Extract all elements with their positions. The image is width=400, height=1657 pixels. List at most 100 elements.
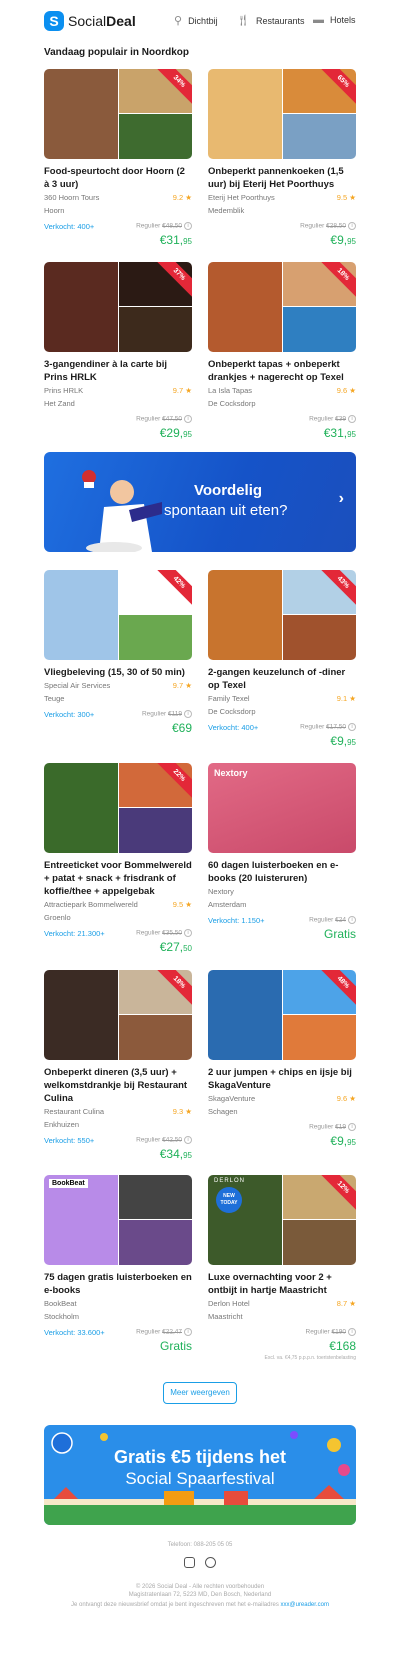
deal-price: €9,95	[330, 233, 356, 247]
deal-photo-main	[44, 970, 118, 1060]
info-icon[interactable]: i	[348, 1123, 356, 1131]
info-icon[interactable]: i	[184, 1136, 192, 1144]
price-main: €34,	[159, 1147, 184, 1161]
deal-image[interactable]: BookBeat	[44, 1175, 192, 1265]
deal-title[interactable]: 3-gangendiner à la carte bij Prins HRLK	[44, 358, 192, 384]
deal-photo-main	[44, 763, 118, 853]
regular-amount: €28,50	[326, 222, 346, 230]
deal-card[interactable]: 42% Vliegbeleving (15, 30 of 50 min) Spe…	[44, 570, 192, 737]
deal-title[interactable]: 75 dagen gratis luisterboeken en e-books	[44, 1271, 192, 1297]
regular-price: Regulier €35,50 i	[136, 929, 192, 937]
deal-partner: BookBeat	[44, 1299, 77, 1308]
deal-image[interactable]: 22%	[44, 763, 192, 853]
regular-amount: €47,50	[162, 415, 182, 423]
deal-partner-row: Derlon Hotel 8.7 ★	[208, 1297, 356, 1310]
deal-card[interactable]: 48% 2 uur jumpen + chips en ijsje bij Sk…	[208, 970, 356, 1150]
deal-partner-row: Family Texel 9.1 ★	[208, 692, 356, 705]
rating: 9.2 ★	[172, 193, 192, 202]
deal-image[interactable]: 37%	[44, 262, 192, 352]
deal-photo-main	[44, 1175, 118, 1265]
nav-restaurants[interactable]: 🍴︎ Restaurants	[236, 14, 305, 27]
deal-card[interactable]: 43% 2-gangen keuzelunch of -diner op Tex…	[208, 570, 356, 750]
deal-partner-row: Special Air Services 9.7 ★	[44, 679, 192, 692]
deal-card[interactable]: 34% Food-speurtocht door Hoorn (2 à 3 uu…	[44, 69, 192, 249]
regular-price: Regulier €19 i	[309, 1123, 356, 1131]
fork-knife-icon: 🍴︎	[236, 15, 250, 27]
banner-spaarfestival[interactable]: Gratis €5 tijdens het Social Spaarfestiv…	[44, 1425, 356, 1525]
price-row: Verkocht: 550+ Regulier €42,50 i €34,95	[44, 1133, 192, 1163]
deal-title[interactable]: Luxe overnachting voor 2 + ontbijt in ha…	[208, 1271, 356, 1297]
deal-photo-bottom	[283, 114, 356, 159]
info-icon[interactable]: i	[348, 723, 356, 731]
info-icon[interactable]: i	[184, 1328, 192, 1336]
deal-partner: Prins HRLK	[44, 386, 84, 395]
deal-partner-row: La Isla Tapas 9.6 ★	[208, 384, 356, 397]
deal-title[interactable]: Entreeticket voor Bommelwereld + patat +…	[44, 859, 192, 898]
instagram-icon[interactable]	[184, 1557, 195, 1568]
deal-card[interactable]: 18% Onbeperkt tapas + onbeperkt drankjes…	[208, 262, 356, 442]
sold-count: Verkocht: 400+	[208, 723, 259, 732]
price-cents: 95	[347, 430, 356, 439]
info-icon[interactable]: i	[348, 415, 356, 423]
regular-label: Regulier	[136, 1136, 161, 1144]
price-cents: 50	[183, 944, 192, 953]
deal-image[interactable]: 18%	[44, 970, 192, 1060]
deal-partner-row: Attractiepark Bommelwereld 9.5 ★	[44, 898, 192, 911]
deal-photo-bottom	[119, 307, 192, 352]
nav-dichtbij[interactable]: ⚲ Dichtbij	[174, 14, 218, 27]
deal-title[interactable]: 2 uur jumpen + chips en ijsje bij SkagaV…	[208, 1066, 356, 1092]
deal-title[interactable]: Onbeperkt pannenkoeken (1,5 uur) bij Ete…	[208, 165, 356, 191]
deal-card[interactable]: 37% 3-gangendiner à la carte bij Prins H…	[44, 262, 192, 442]
whatsapp-icon[interactable]	[205, 1557, 216, 1568]
regular-price: Regulier €39 i	[309, 415, 356, 423]
deal-card[interactable]: DERLON NEW TODAY 12% Luxe overnachting vo…	[208, 1175, 356, 1355]
deal-image[interactable]: 34%	[44, 69, 192, 159]
deal-image[interactable]: 18%	[208, 262, 356, 352]
footer-email-link[interactable]: xxx@ureader.com	[281, 1602, 329, 1608]
deal-image[interactable]: 42%	[44, 570, 192, 660]
deal-image[interactable]: 65%	[208, 69, 356, 159]
deal-title[interactable]: 60 dagen luisterboeken en e-books (20 lu…	[208, 859, 356, 885]
deal-image[interactable]: DERLON NEW TODAY 12%	[208, 1175, 356, 1265]
deal-photo-bottom	[283, 1220, 356, 1265]
info-icon[interactable]: i	[348, 1328, 356, 1336]
price-cents: 95	[347, 237, 356, 246]
deal-partner: Derlon Hotel	[208, 1299, 250, 1308]
nav-hotels[interactable]: ▬ Hotels	[313, 14, 356, 26]
banner-voordelig-uit-eten[interactable]: Voordelig spontaan uit eten? ›	[44, 452, 356, 552]
deal-image[interactable]: 43%	[208, 570, 356, 660]
deal-price: €29,95	[160, 426, 192, 440]
deal-title[interactable]: Onbeperkt tapas + onbeperkt drankjes + n…	[208, 358, 356, 384]
price-main: €9,	[330, 1134, 348, 1148]
info-icon[interactable]: i	[348, 916, 356, 924]
tourist-tax-note: Excl. va. €4,75 p.p.p.n. toeristenbelast…	[264, 1355, 356, 1361]
regular-amount: €24	[335, 916, 346, 924]
social-deal-logo[interactable]: S SocialDeal	[44, 10, 136, 32]
price-row: Verkocht: 33.600+ Regulier €22,47 i Grati…	[44, 1325, 192, 1355]
deal-card[interactable]: 18% Onbeperkt dineren (3,5 uur) + welkom…	[44, 970, 192, 1163]
price-main: €31,	[323, 426, 348, 440]
deal-title[interactable]: 2-gangen keuzelunch of -diner op Texel	[208, 666, 356, 692]
deal-title[interactable]: Food-speurtocht door Hoorn (2 à 3 uur)	[44, 165, 192, 191]
deal-title[interactable]: Onbeperkt dineren (3,5 uur) + welkomstdr…	[44, 1066, 192, 1105]
regular-label: Regulier	[136, 1328, 161, 1336]
deal-title[interactable]: Vliegbeleving (15, 30 of 50 min)	[44, 666, 192, 679]
info-icon[interactable]: i	[184, 929, 192, 937]
deal-price: €34,95	[160, 1147, 192, 1161]
deal-card[interactable]: 22% Entreeticket voor Bommelwereld + pat…	[44, 763, 192, 956]
deal-image[interactable]: 48%	[208, 970, 356, 1060]
info-icon[interactable]: i	[184, 710, 192, 718]
deal-card[interactable]: BookBeat 75 dagen gratis luisterboeken e…	[44, 1175, 192, 1355]
deal-photo-bottom	[283, 307, 356, 352]
price-main: €9,	[330, 233, 348, 247]
info-icon[interactable]: i	[348, 222, 356, 230]
info-icon[interactable]: i	[184, 415, 192, 423]
deal-price: Gratis	[160, 1339, 192, 1353]
deal-price: €9,95	[330, 1134, 356, 1148]
show-more-button[interactable]: Meer weergeven	[163, 1382, 237, 1404]
deal-card[interactable]: 65% Onbeperkt pannenkoeken (1,5 uur) bij…	[208, 69, 356, 249]
deal-card[interactable]: Nextory 60 dagen luisterboeken en e-book…	[208, 763, 356, 943]
regular-amount: €22,47	[162, 1328, 182, 1336]
deal-image[interactable]: Nextory	[208, 763, 356, 853]
info-icon[interactable]: i	[184, 222, 192, 230]
